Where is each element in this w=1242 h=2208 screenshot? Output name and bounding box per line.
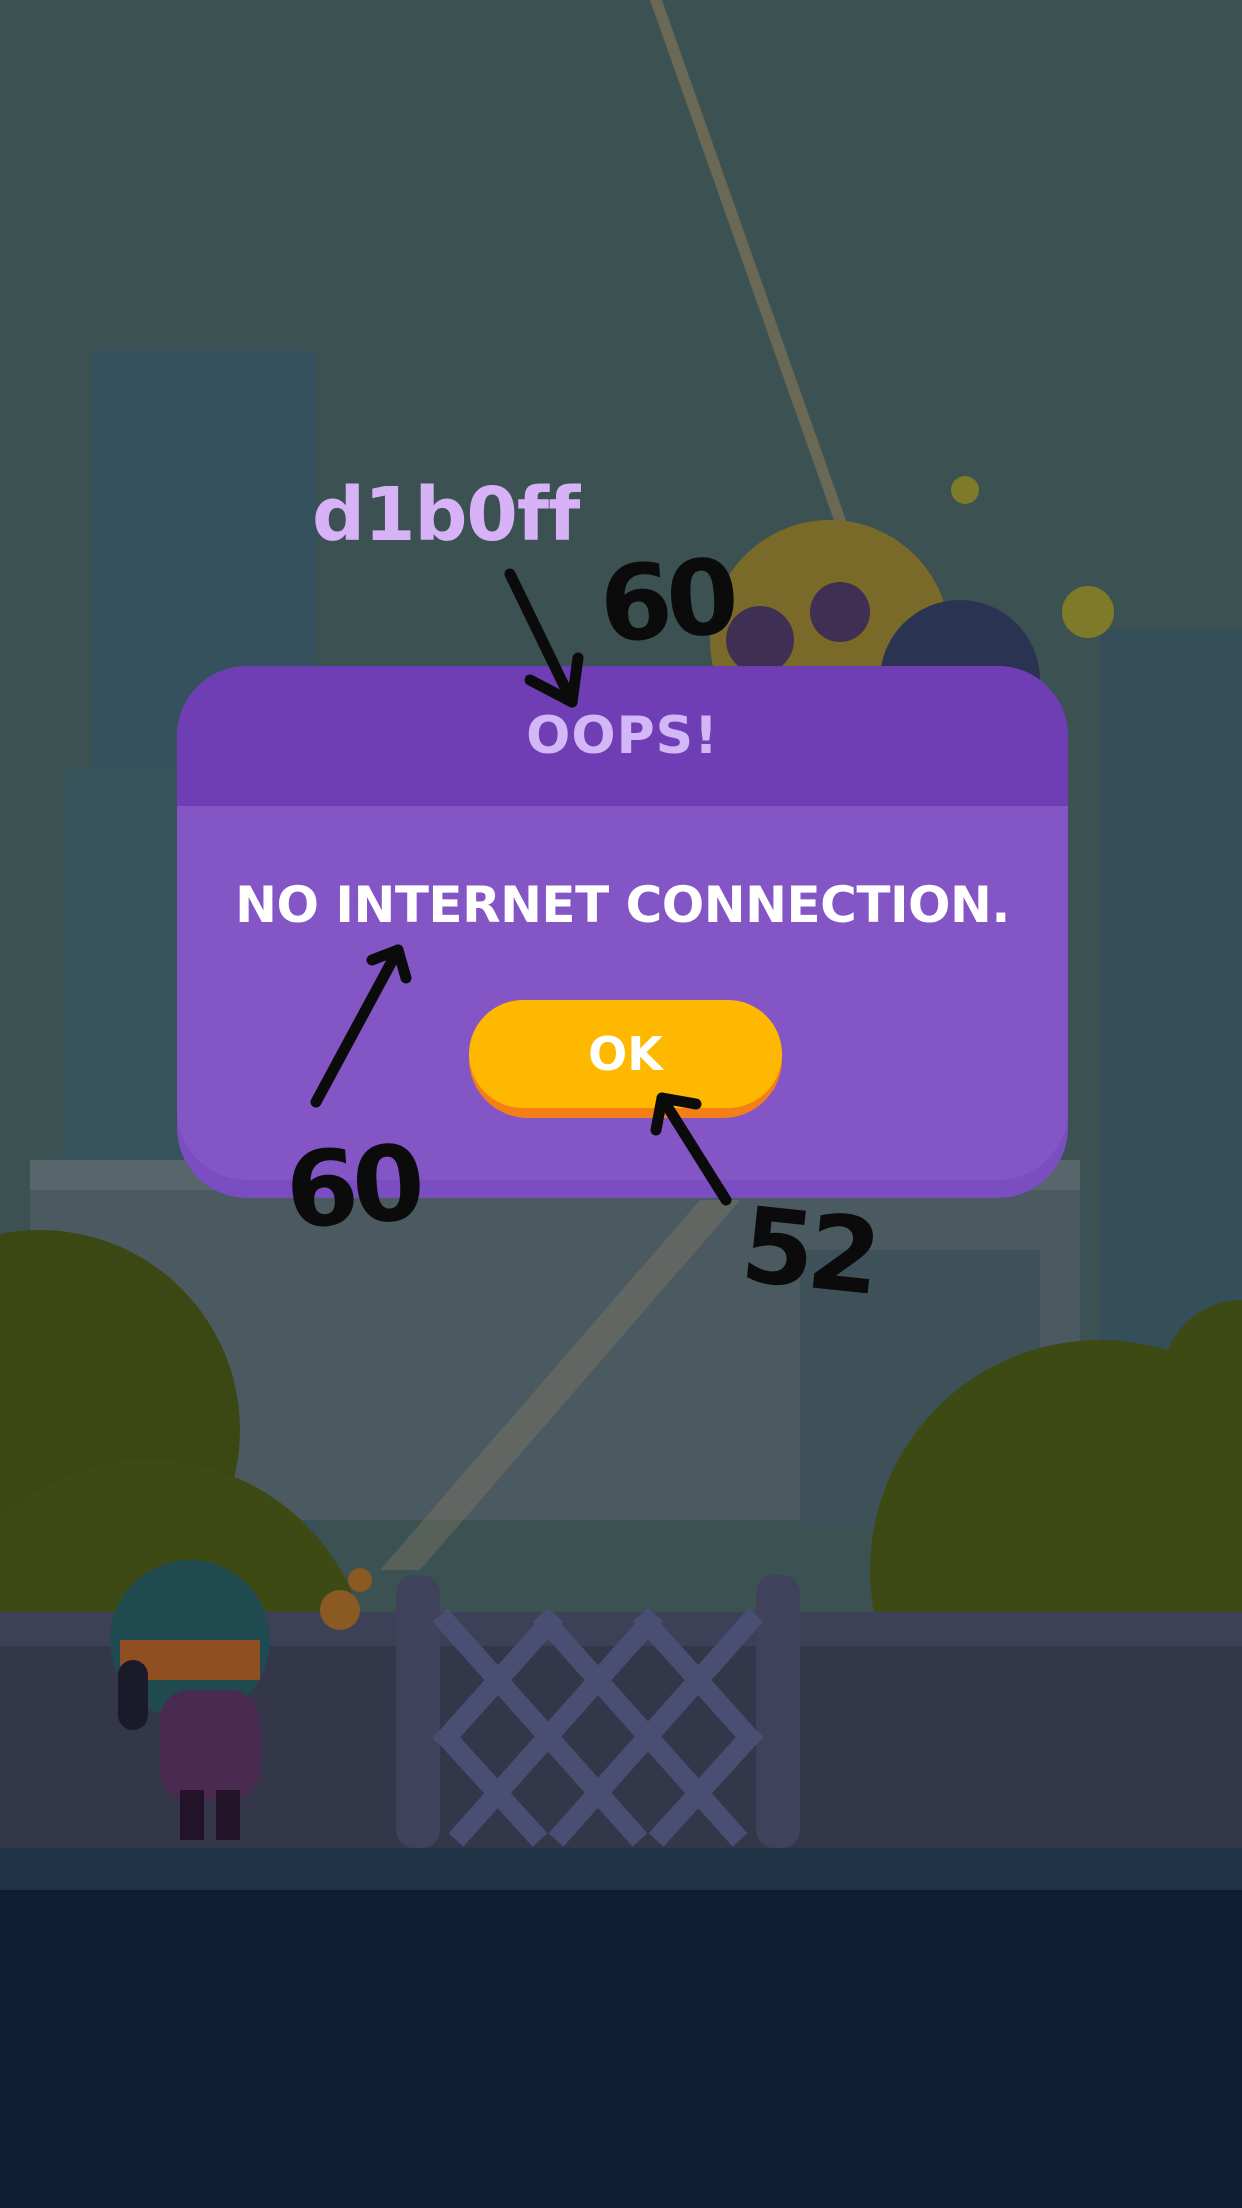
annotation-title-size: 60	[595, 535, 737, 667]
ground	[0, 1890, 1242, 2208]
dialog-message: NO INTERNET CONNECTION.	[235, 876, 1010, 934]
dialog-header: OOPS!	[177, 666, 1068, 806]
annotation-button-size: 52	[735, 1183, 881, 1319]
debug-color-tag: d1b0ff	[312, 472, 580, 558]
error-dialog: OOPS! NO INTERNET CONNECTION. OK	[177, 666, 1068, 1198]
ok-button-label: OK	[588, 1027, 663, 1081]
ok-button[interactable]: OK	[469, 1000, 782, 1118]
dialog-title: OOPS!	[526, 706, 719, 766]
dialog-body: OOPS! NO INTERNET CONNECTION. OK	[177, 666, 1068, 1180]
annotation-message-size: 60	[281, 1121, 423, 1253]
ok-button-face[interactable]: OK	[469, 1000, 782, 1108]
